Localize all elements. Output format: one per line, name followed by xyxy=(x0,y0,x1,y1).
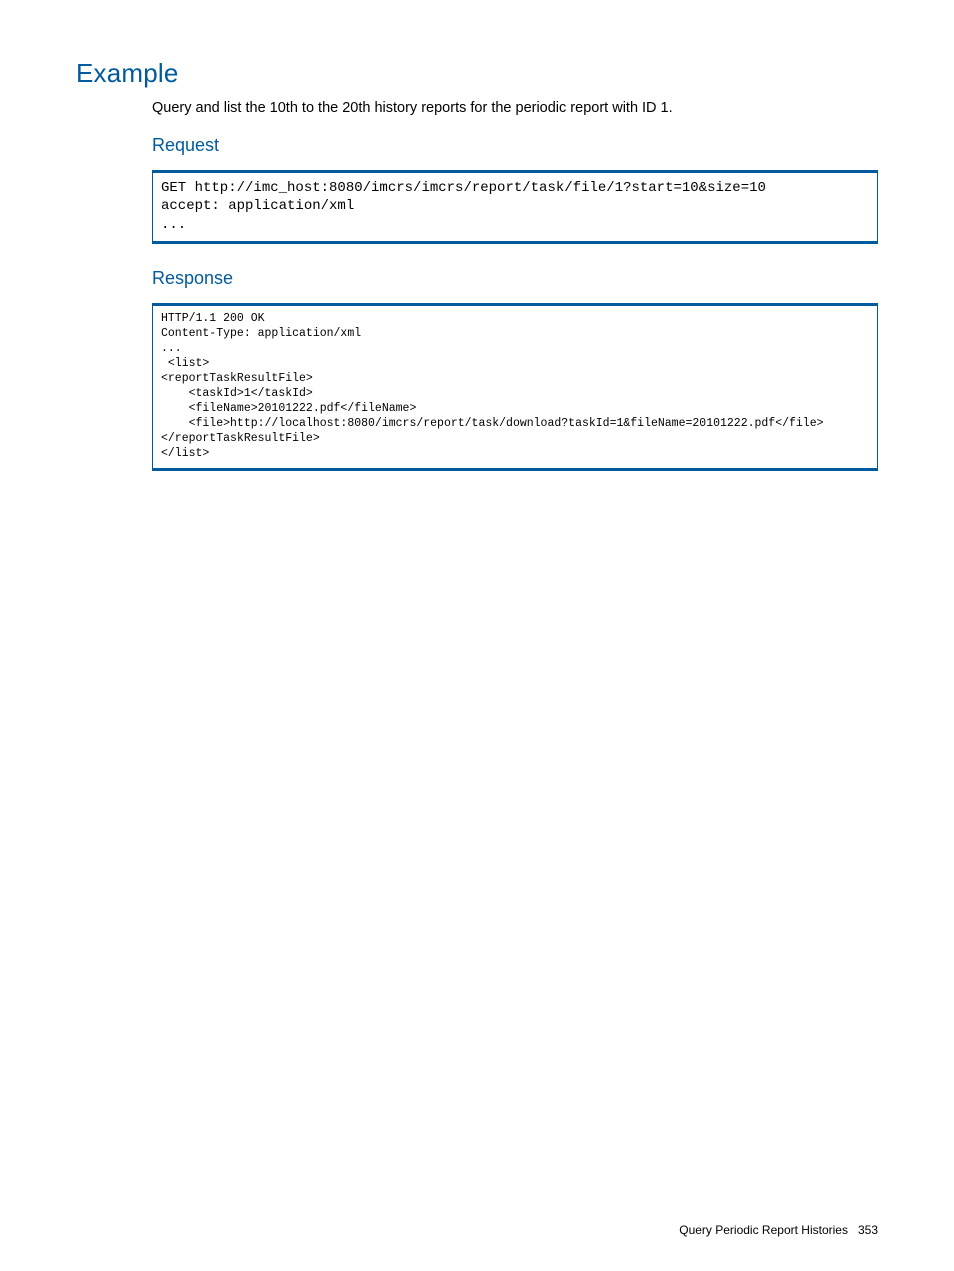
response-code-block: HTTP/1.1 200 OK Content-Type: applicatio… xyxy=(152,303,878,470)
request-heading: Request xyxy=(152,135,878,156)
request-code-block: GET http://imc_host:8080/imcrs/imcrs/rep… xyxy=(152,170,878,245)
response-heading: Response xyxy=(152,268,878,289)
example-heading: Example xyxy=(76,58,878,89)
example-intro-text: Query and list the 10th to the 20th hist… xyxy=(152,99,878,119)
page-content: Example Query and list the 10th to the 2… xyxy=(0,0,954,1271)
footer-page-number: 353 xyxy=(858,1223,878,1237)
page-footer: Query Periodic Report Histories 353 xyxy=(679,1223,878,1237)
footer-section-name: Query Periodic Report Histories xyxy=(679,1223,848,1237)
